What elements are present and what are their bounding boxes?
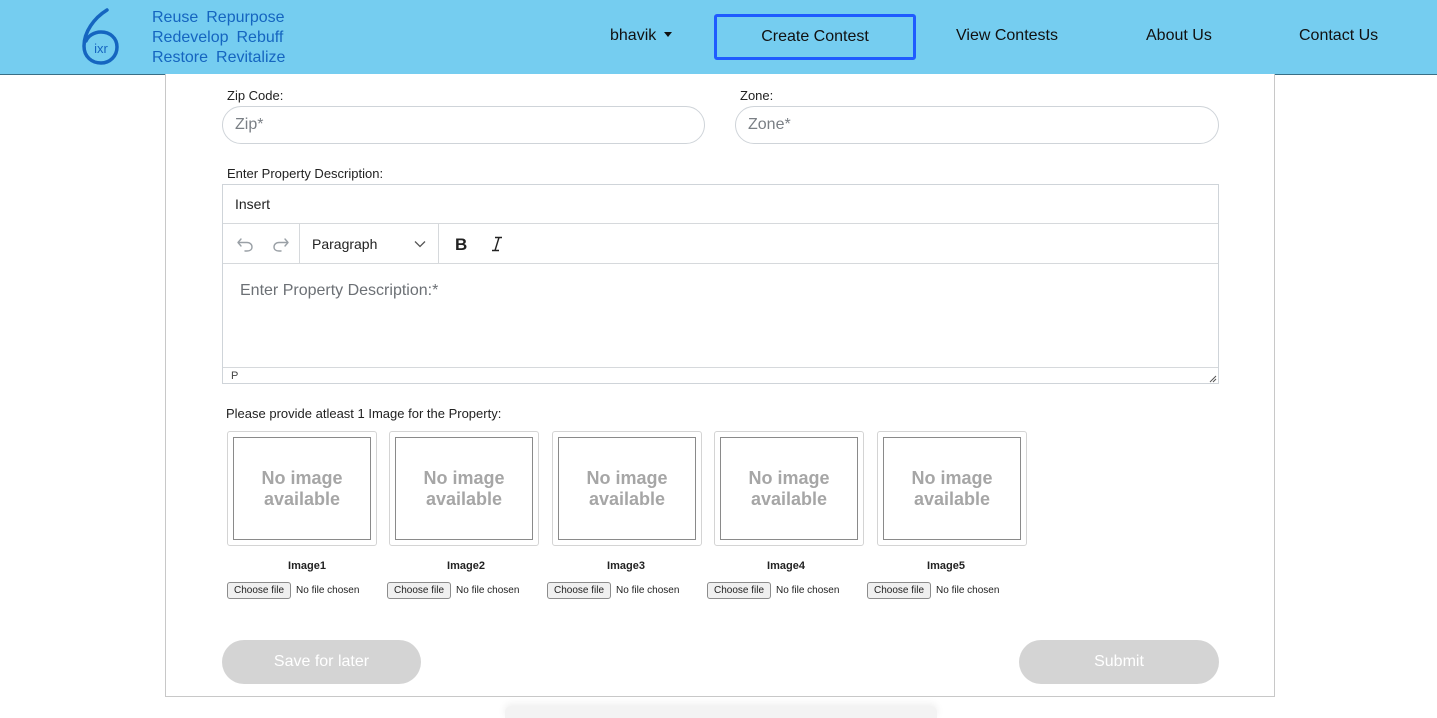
bold-icon: B [455,236,467,252]
description-editor-area[interactable]: Enter Property Description:* [223,264,1218,367]
choose-file-button[interactable]: Choose file [547,582,612,599]
placeholder-text: No image [423,467,505,488]
choose-file-button[interactable]: Choose file [867,582,932,599]
file-status: No file chosen [936,585,1000,596]
choose-file-button[interactable]: Choose file [387,582,452,599]
undo-icon [237,237,253,252]
placeholder-text: No image [586,467,668,488]
tagline-word: Reuse [152,9,199,26]
file-status: No file chosen [776,585,840,596]
image-slot-2: No image available [389,431,539,546]
nav-contact-us[interactable]: Contact Us [1299,27,1378,45]
nav-about-us[interactable]: About Us [1146,27,1212,45]
tagline-word: Revitalize [216,49,286,66]
save-for-later-button[interactable]: Save for later [222,640,421,684]
file-input-4: Choose file No file chosen [707,582,839,599]
file-input-5: Choose file No file chosen [867,582,999,599]
user-menu-label: bhavik [610,27,657,44]
choose-file-button[interactable]: Choose file [707,582,772,599]
image-preview-frame: No image available [877,431,1027,546]
submit-button[interactable]: Submit [1019,640,1219,684]
svg-text:ixr: ixr [94,41,108,56]
file-input-1: Choose file No file chosen [227,582,359,599]
image-caption: Image4 [767,560,805,572]
image-preview-frame: No image available [389,431,539,546]
image-slot-1: No image available [227,431,377,546]
image-slot-5: No image available [877,431,1027,546]
block-format-value: Paragraph [312,235,378,252]
description-label: Enter Property Description: [227,166,384,181]
history-group [223,224,300,263]
no-image-placeholder: No image available [233,437,371,540]
bold-button[interactable]: B [443,224,479,263]
nav-create-contest[interactable]: Create Contest [714,14,916,60]
block-format-select[interactable]: Paragraph [300,224,438,263]
no-image-placeholder: No image available [395,437,533,540]
chevron-down-icon [414,240,426,247]
tagline-word: Rebuff [236,29,284,46]
undo-button[interactable] [227,224,263,263]
redo-button[interactable] [263,224,299,263]
file-input-3: Choose file No file chosen [547,582,679,599]
tagline-word: Restore [152,49,209,66]
caret-down-icon [664,32,673,37]
svg-text:B: B [455,236,467,252]
placeholder-text: available [588,488,666,509]
redo-icon [273,237,289,252]
image-preview-frame: No image available [714,431,864,546]
no-image-placeholder: No image available [883,437,1021,540]
placeholder-text: No image [748,467,830,488]
nav-create-contest-label: Create Contest [761,28,869,45]
image-slot-4: No image available [714,431,864,546]
placeholder-text: available [425,488,503,509]
file-status: No file chosen [616,585,680,596]
resize-handle-icon[interactable] [1208,374,1217,383]
user-menu-dropdown[interactable]: bhavik [610,27,673,45]
bottom-overlay-edge [505,706,937,718]
image-slot-3: No image available [552,431,702,546]
tagline-word: Redevelop [152,29,229,46]
choose-file-button[interactable]: Choose file [227,582,292,599]
placeholder-text: available [263,488,341,509]
zone-label: Zone: [740,88,774,103]
image-preview-frame: No image available [227,431,377,546]
nav-view-contests[interactable]: View Contests [956,27,1058,45]
image-caption: Image3 [607,560,645,572]
menu-insert[interactable]: Insert [235,196,270,212]
tagline-word: Repurpose [206,9,285,26]
brand-tagline: Reuse Repurpose Redevelop Rebuff Restore Re… [152,8,293,68]
placeholder-text: available [913,488,991,509]
zip-code-label: Zip Code: [227,88,284,103]
file-status: No file chosen [456,585,520,596]
file-status: No file chosen [296,585,360,596]
zip-code-input[interactable] [222,106,705,144]
file-input-2: Choose file No file chosen [387,582,519,599]
editor-statusbar: P [223,367,1218,384]
text-style-group: B [439,224,515,263]
top-navbar: ixr Reuse Repurpose Redevelop Rebuff Resto… [0,0,1437,75]
brand-logo-icon[interactable]: ixr [80,8,122,66]
no-image-placeholder: No image available [558,437,696,540]
element-path[interactable]: P [231,370,238,382]
placeholder-text: No image [911,467,993,488]
italic-icon [492,236,502,251]
image-caption: Image5 [927,560,965,572]
editor-menubar: Insert [223,185,1218,224]
image-caption: Image2 [447,560,485,572]
editor-toolbar: Paragraph B [223,224,1218,264]
placeholder-text: No image [261,467,343,488]
no-image-placeholder: No image available [720,437,858,540]
description-placeholder: Enter Property Description:* [240,282,439,299]
italic-button[interactable] [479,224,515,263]
block-format-group: Paragraph [300,224,439,263]
image-preview-frame: No image available [552,431,702,546]
placeholder-text: available [750,488,828,509]
zone-input[interactable] [735,106,1219,144]
images-label: Please provide atleast 1 Image for the P… [226,406,502,421]
image-caption: Image1 [288,560,326,572]
description-rich-text-editor: Insert Paragraph B Enter Property Descri… [222,184,1219,384]
